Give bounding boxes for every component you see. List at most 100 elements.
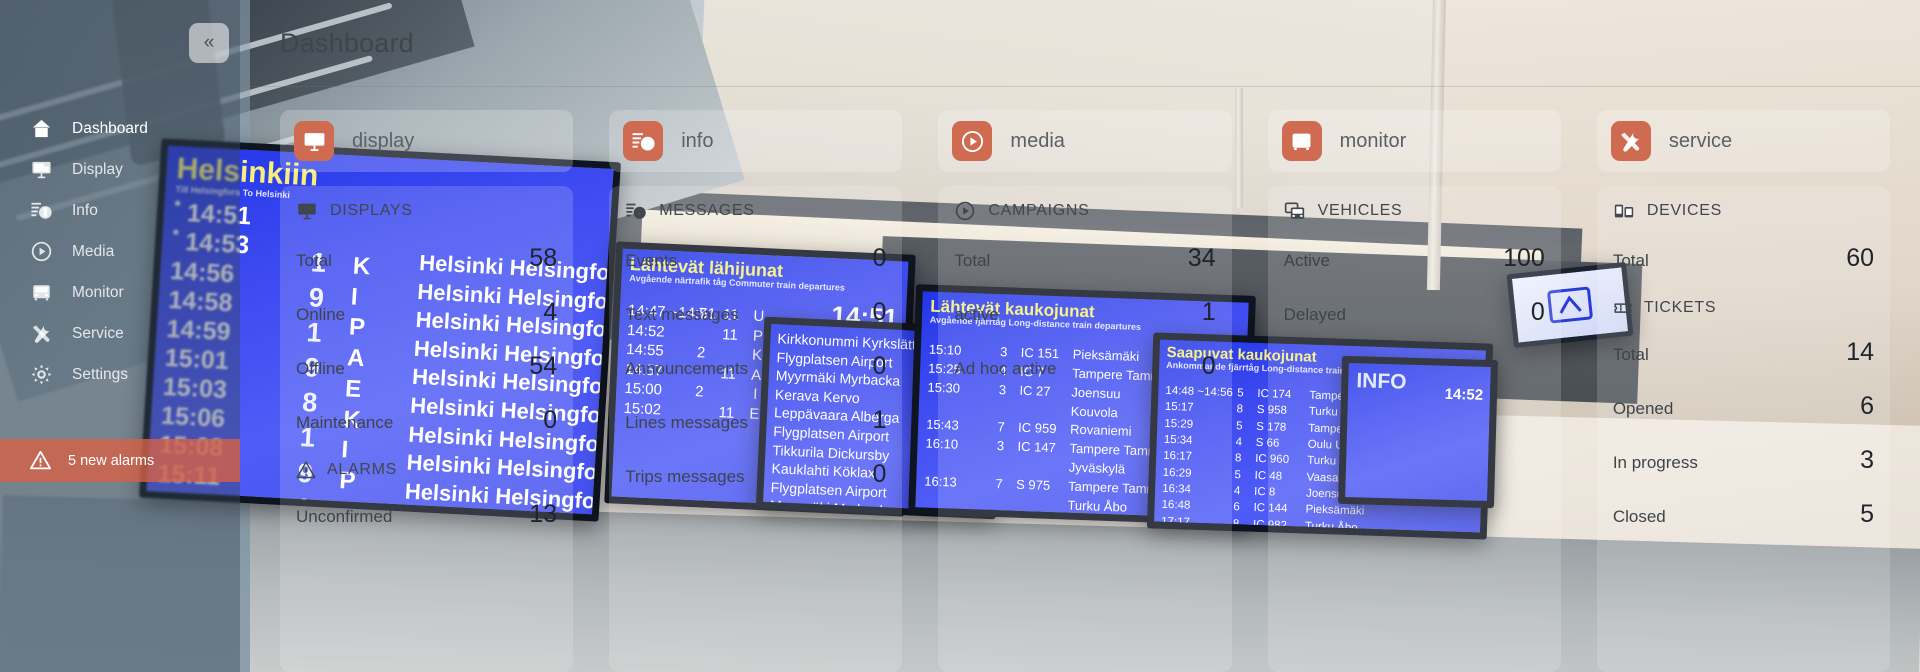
stat-value: 14: [1846, 338, 1875, 366]
sidebar: Dashboard Display Info Media Monitor Service S…: [0, 0, 240, 672]
stat-label: Delayed: [1283, 305, 1346, 324]
panel-subheader-displays: ALARMS: [296, 460, 557, 480]
panel-title: VEHICLES: [1317, 202, 1403, 219]
sidebar-item-label: Dashboard: [72, 119, 148, 137]
stat-value: 0: [872, 244, 887, 272]
stat-label: Online: [296, 305, 346, 324]
sidebar-item-label: Settings: [72, 365, 129, 383]
panel-title: DISPLAYS: [330, 202, 413, 219]
stat-value: 0: [1201, 352, 1216, 380]
stat-value: 6: [1860, 392, 1875, 420]
panel-campaigns: CAMPAIGNS Total 34 active 1 Ad hoc active 0: [938, 186, 1232, 672]
bus-icon: [1281, 121, 1322, 161]
sidebar-nav: Dashboard Display Info Media Monitor Service S…: [0, 108, 240, 395]
media-play-icon: [952, 121, 993, 161]
stat-value: 4: [543, 298, 558, 326]
stat-label: Events: [625, 251, 678, 270]
media-play-icon: [30, 240, 72, 263]
panel-title: DEVICES: [1646, 202, 1722, 219]
shortcut-info[interactable]: info: [609, 110, 903, 172]
stat-label: Total: [954, 251, 991, 270]
stat-row: Offline 54: [296, 352, 557, 381]
panel-title: MESSAGES: [659, 202, 755, 219]
header-divider: [240, 86, 1920, 87]
stat-label: In progress: [1612, 453, 1698, 472]
stat-label: Offline: [296, 359, 345, 378]
sidebar-item-dashboard[interactable]: Dashboard: [0, 108, 240, 149]
home-icon: [30, 117, 72, 140]
tools-icon: [30, 322, 72, 345]
stat-row: active 1: [954, 298, 1215, 327]
panel-header-displays: DISPLAYS: [296, 200, 557, 222]
warning-triangle-icon: [296, 460, 316, 480]
sidebar-alarm-banner[interactable]: 5 new alarms: [0, 439, 240, 482]
sidebar-item-label: Info: [72, 201, 98, 219]
shortcut-media[interactable]: media: [938, 110, 1232, 172]
stat-label: Total: [1612, 345, 1649, 364]
stat-label: Total: [296, 251, 332, 270]
stat-label: Ad hoc active: [954, 359, 1057, 378]
shortcut-service[interactable]: service: [1596, 110, 1891, 172]
sidebar-item-label: Monitor: [72, 283, 124, 301]
stat-label: Lines messages: [625, 413, 749, 432]
stat-row: Announcements 0: [625, 352, 886, 381]
stat-label: active: [954, 305, 999, 324]
stat-label: Trips messages: [625, 467, 745, 486]
stat-value: 13: [529, 500, 558, 528]
ticket-icon: [1613, 298, 1633, 318]
stat-row: Opened 6: [1613, 392, 1874, 421]
panel-subheader-devices: TICKETS: [1613, 298, 1874, 318]
sidebar-item-label: Display: [72, 160, 123, 178]
stat-row: Events 0: [625, 244, 886, 273]
shortcut-bar: display info media monitor service: [280, 110, 1891, 172]
panel-header-devices: DEVICES: [1613, 200, 1874, 222]
panel-header-campaigns: CAMPAIGNS: [954, 200, 1215, 222]
warning-triangle-icon: [30, 450, 54, 471]
sidebar-item-display[interactable]: Display: [0, 149, 240, 190]
stat-label: Opened: [1612, 399, 1674, 418]
stat-value: 1: [1201, 298, 1216, 326]
stat-value: 0: [1530, 298, 1545, 326]
screen: Helsinkiin Till Helsingfors To Helsinki …: [0, 0, 1920, 672]
stat-value: 0: [872, 298, 887, 326]
stat-label: Unconfirmed: [296, 507, 393, 526]
stat-label: Closed: [1612, 507, 1666, 526]
shortcut-monitor[interactable]: monitor: [1267, 110, 1561, 172]
info-icon: [30, 199, 72, 222]
sidebar-item-monitor[interactable]: Monitor: [0, 272, 240, 313]
stat-value: 0: [543, 406, 558, 434]
page-title: Dashboard: [280, 28, 414, 58]
stat-value: 0: [872, 352, 887, 380]
panel-header-vehicles: VEHICLES: [1284, 200, 1545, 222]
stat-row: Maintenance 0: [296, 406, 557, 435]
stat-value: 58: [529, 244, 558, 272]
display-icon: [294, 121, 334, 161]
sidebar-item-service[interactable]: Service: [0, 313, 240, 354]
shortcut-display[interactable]: display: [280, 110, 574, 172]
info-icon: [625, 200, 647, 222]
collapse-chevrons-icon: «: [203, 32, 215, 53]
shortcut-label: media: [1010, 129, 1065, 152]
display-icon: [296, 200, 318, 222]
stat-value: 0: [872, 460, 887, 488]
stat-value: 60: [1846, 244, 1875, 272]
sidebar-item-settings[interactable]: Settings: [0, 354, 240, 395]
stat-row: Closed 5: [1613, 500, 1874, 529]
stat-label: Announcements: [625, 359, 749, 378]
sidebar-collapse-button[interactable]: «: [189, 23, 229, 63]
app-overlay: Dashboard Display Info Media Monitor Service S…: [0, 0, 1920, 672]
stat-row: Total 60: [1613, 244, 1874, 273]
sidebar-item-info[interactable]: Info: [0, 190, 240, 231]
stat-row: Trips messages 0: [625, 460, 886, 489]
panel-header-messages: MESSAGES: [625, 200, 886, 222]
stat-value: 1: [872, 406, 887, 434]
sidebar-item-label: Media: [72, 242, 115, 260]
panel-subtitle: TICKETS: [1643, 299, 1717, 316]
stat-panels: DISPLAYS Total 58 Online 4 Offline 54 Maintenan…: [280, 186, 1891, 672]
stat-value: 5: [1860, 500, 1875, 528]
panel-messages: MESSAGES Events 0 Text messages 0 Announcemen…: [609, 186, 903, 672]
stat-label: Total: [1612, 251, 1649, 270]
stat-label: Active: [1283, 251, 1330, 270]
bus-icon: [30, 281, 72, 304]
sidebar-item-media[interactable]: Media: [0, 231, 240, 272]
